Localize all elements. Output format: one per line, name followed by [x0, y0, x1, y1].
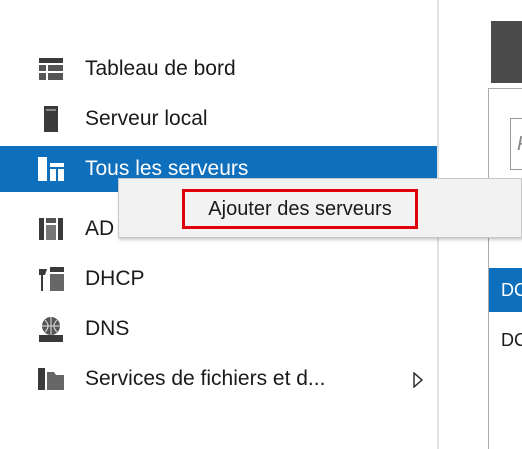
table-row[interactable]: DC — [489, 268, 522, 312]
submenu-arrow-icon[interactable] — [412, 370, 424, 394]
sidebar-item-dhcp[interactable]: DHCP — [0, 256, 437, 302]
add-servers-menu-item[interactable]: Ajouter des serveurs — [182, 189, 418, 229]
sidebar-item-label: Serveur local — [85, 107, 208, 130]
sidebar-item-label: DHCP — [85, 267, 145, 290]
header-banner — [491, 21, 522, 83]
sidebar-item-dns[interactable]: DNS — [0, 306, 437, 352]
table-row[interactable]: DC — [501, 330, 522, 351]
sidebar-item-dashboard[interactable]: Tableau de bord — [0, 46, 437, 92]
sidebar-item-file-services[interactable]: Services de fichiers et d... — [0, 356, 437, 402]
dns-icon — [38, 316, 64, 342]
file-services-icon — [38, 366, 64, 392]
servers-icon — [38, 156, 64, 182]
sidebar-item-label: Tableau de bord — [85, 57, 236, 80]
context-menu: Ajouter des serveurs — [118, 178, 522, 238]
sidebar-item-label: AD — [85, 217, 115, 240]
ad-icon — [38, 216, 64, 242]
sidebar-item-label: DNS — [85, 317, 130, 340]
dashboard-icon — [38, 56, 64, 82]
server-icon — [38, 106, 64, 132]
sidebar-item-label: Services de fichiers et d... — [85, 367, 326, 390]
sidebar-item-local-server[interactable]: Serveur local — [0, 96, 437, 142]
filter-input[interactable]: F — [510, 118, 522, 170]
dhcp-icon — [38, 266, 64, 292]
